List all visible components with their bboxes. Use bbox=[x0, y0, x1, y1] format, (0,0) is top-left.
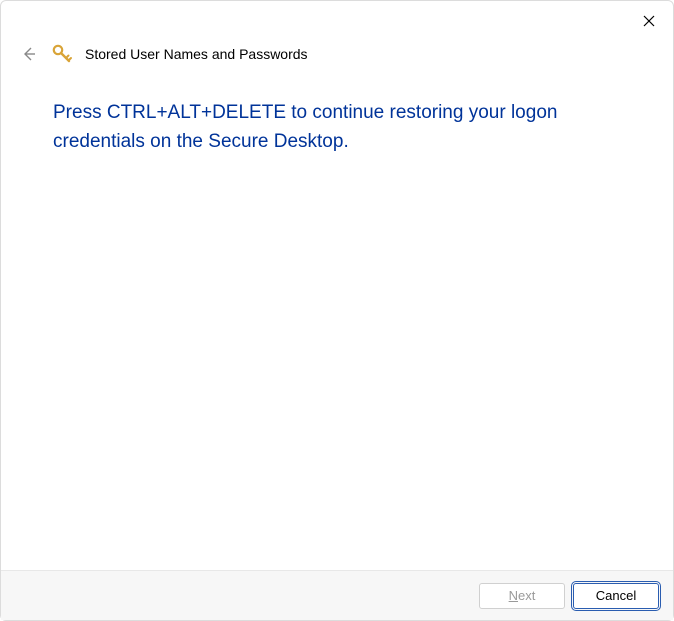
next-button: Next bbox=[479, 583, 565, 609]
close-icon bbox=[643, 15, 655, 27]
dialog-title: Stored User Names and Passwords bbox=[85, 46, 308, 62]
dialog-header: Stored User Names and Passwords bbox=[1, 1, 673, 65]
key-icon bbox=[51, 43, 73, 65]
next-mnemonic: N bbox=[509, 588, 518, 603]
instruction-text: Press CTRL+ALT+DELETE to continue restor… bbox=[53, 99, 621, 156]
dialog-window: Stored User Names and Passwords Press CT… bbox=[0, 0, 674, 621]
arrow-left-icon bbox=[20, 45, 38, 63]
dialog-content: Press CTRL+ALT+DELETE to continue restor… bbox=[1, 65, 673, 570]
cancel-label: Cancel bbox=[596, 588, 636, 603]
cancel-button[interactable]: Cancel bbox=[573, 583, 659, 609]
next-label-rest: ext bbox=[518, 588, 535, 603]
close-button[interactable] bbox=[639, 11, 659, 31]
dialog-footer: Next Cancel bbox=[1, 570, 673, 620]
back-button[interactable] bbox=[19, 44, 39, 64]
